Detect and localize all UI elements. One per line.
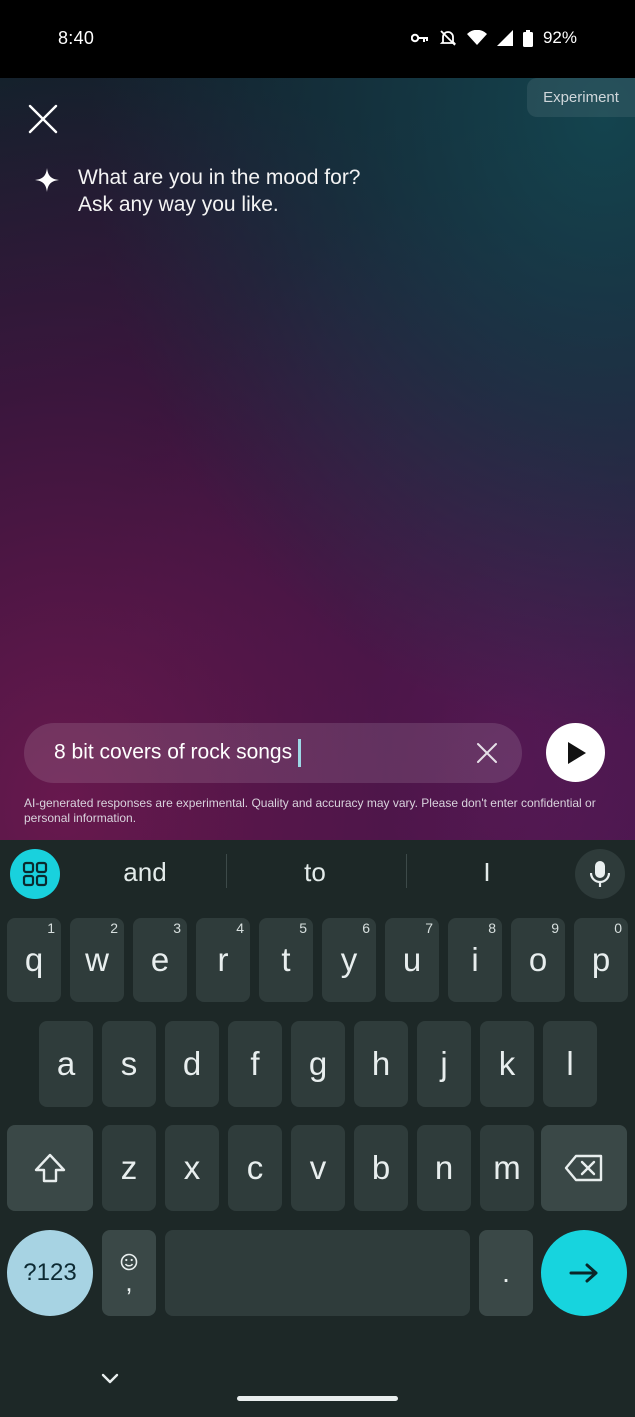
comma-label: , — [125, 1267, 133, 1297]
key-b[interactable]: b — [354, 1125, 408, 1211]
key-z[interactable]: z — [102, 1125, 156, 1211]
suggestion-strip: and to I — [0, 840, 635, 904]
key-hint: 1 — [47, 920, 55, 936]
key-label: y — [340, 941, 358, 978]
key-hint: 6 — [362, 920, 370, 936]
key-q[interactable]: 1q — [7, 918, 61, 1002]
key-f[interactable]: f — [228, 1021, 282, 1107]
key-d[interactable]: d — [165, 1021, 219, 1107]
key-hint: 8 — [488, 920, 496, 936]
hide-keyboard-chevron-icon[interactable] — [100, 1372, 120, 1386]
signal-icon — [496, 30, 513, 46]
gesture-nav-bar[interactable] — [237, 1396, 398, 1401]
status-bar: 8:40 92% — [0, 0, 635, 78]
key-label: i — [471, 941, 479, 978]
prompt-message: What are you in the mood for? Ask any wa… — [34, 164, 361, 218]
key-n[interactable]: n — [417, 1125, 471, 1211]
symbols-key[interactable]: ?123 — [7, 1230, 93, 1316]
search-input-value[interactable]: 8 bit covers of rock songs — [54, 739, 302, 767]
wifi-icon — [466, 30, 487, 45]
key-v[interactable]: v — [291, 1125, 345, 1211]
prompt-text: What are you in the mood for? Ask any wa… — [78, 164, 361, 218]
text-caret — [298, 739, 302, 767]
prompt-line-2: Ask any way you like. — [78, 193, 279, 216]
emoji-comma-key[interactable]: , — [102, 1230, 156, 1316]
key-o[interactable]: 9o — [511, 918, 565, 1002]
play-icon — [567, 741, 586, 764]
enter-key[interactable] — [541, 1230, 627, 1316]
grid-icon — [22, 861, 48, 887]
key-u[interactable]: 7u — [385, 918, 439, 1002]
key-hint: 0 — [614, 920, 622, 936]
shift-key[interactable] — [7, 1125, 93, 1211]
key-hint: 5 — [299, 920, 307, 936]
search-input[interactable]: 8 bit covers of rock songs — [24, 723, 522, 783]
key-r[interactable]: 4r — [196, 918, 250, 1002]
key-label: p — [591, 941, 611, 978]
key-label: t — [281, 941, 291, 978]
close-icon[interactable] — [26, 102, 60, 136]
key-icon — [410, 33, 428, 43]
key-g[interactable]: g — [291, 1021, 345, 1107]
key-k[interactable]: k — [480, 1021, 534, 1107]
assistant-panel: Experiment What are you in the mood for?… — [0, 78, 635, 840]
ai-disclaimer: AI-generated responses are experimental.… — [24, 796, 596, 825]
key-m[interactable]: m — [480, 1125, 534, 1211]
voice-input-button[interactable] — [575, 849, 625, 899]
status-icons: 92% — [410, 28, 577, 48]
key-i[interactable]: 8i — [448, 918, 502, 1002]
key-hint: 3 — [173, 920, 181, 936]
battery-percent: 92% — [542, 28, 577, 47]
key-label: w — [85, 941, 109, 978]
key-l[interactable]: l — [543, 1021, 597, 1107]
microphone-icon — [590, 861, 610, 887]
apps-grid-button[interactable] — [10, 849, 60, 899]
key-hint: 4 — [236, 920, 244, 936]
key-j[interactable]: j — [417, 1021, 471, 1107]
space-bar[interactable] — [165, 1230, 470, 1316]
key-label: r — [217, 941, 229, 978]
suggestion-3[interactable]: I — [412, 857, 562, 888]
key-e[interactable]: 3e — [133, 918, 187, 1002]
battery-icon — [522, 29, 533, 47]
suggestion-divider — [226, 854, 227, 888]
key-hint: 9 — [551, 920, 559, 936]
shift-icon — [34, 1153, 66, 1183]
sparkle-icon — [35, 168, 59, 192]
key-x[interactable]: x — [165, 1125, 219, 1211]
key-y[interactable]: 6y — [322, 918, 376, 1002]
suggestion-2[interactable]: to — [240, 857, 390, 888]
key-label: u — [402, 941, 422, 978]
on-screen-keyboard: and to I 1q2w3e4r5t6y7u8i9o0p asdfghjkl … — [0, 840, 635, 1417]
key-c[interactable]: c — [228, 1125, 282, 1211]
clear-input-icon[interactable] — [476, 742, 498, 764]
key-a[interactable]: a — [39, 1021, 93, 1107]
key-hint: 7 — [425, 920, 433, 936]
experiment-badge: Experiment — [527, 78, 635, 117]
period-key[interactable]: . — [479, 1230, 533, 1316]
status-time: 8:40 — [58, 28, 95, 48]
key-s[interactable]: s — [102, 1021, 156, 1107]
arrow-right-icon — [569, 1263, 598, 1283]
key-h[interactable]: h — [354, 1021, 408, 1107]
key-label: e — [150, 941, 170, 978]
send-button[interactable] — [546, 723, 605, 782]
suggestion-1[interactable]: and — [70, 857, 220, 888]
key-label: q — [24, 941, 44, 978]
key-p[interactable]: 0p — [574, 918, 628, 1002]
backspace-icon — [564, 1154, 603, 1182]
mute-icon — [439, 30, 457, 46]
suggestion-divider — [406, 854, 407, 888]
key-hint: 2 — [110, 920, 118, 936]
key-label: o — [528, 941, 548, 978]
key-t[interactable]: 5t — [259, 918, 313, 1002]
prompt-line-1: What are you in the mood for? — [78, 166, 361, 189]
backspace-key[interactable] — [541, 1125, 627, 1211]
key-w[interactable]: 2w — [70, 918, 124, 1002]
